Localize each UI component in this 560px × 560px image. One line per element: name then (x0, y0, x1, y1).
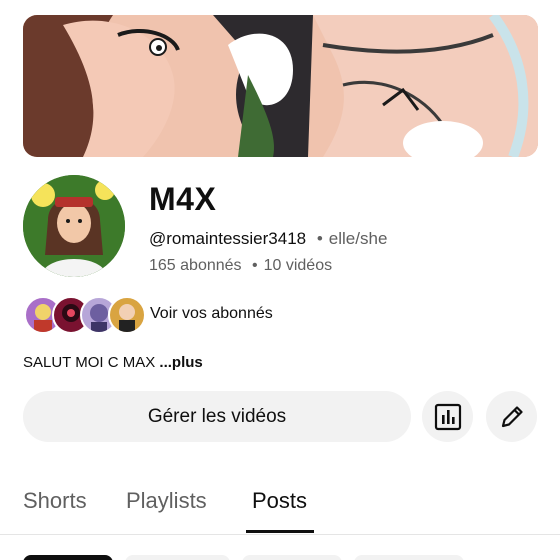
channel-handle: @romaintessier3418 (149, 229, 307, 248)
subscriber-avatars[interactable] (24, 296, 146, 334)
filter-chip[interactable] (354, 555, 464, 560)
channel-name: M4X (149, 181, 217, 217)
channel-tabs: Shorts Playlists Posts (0, 480, 560, 535)
tab-posts[interactable]: Posts (252, 488, 307, 514)
tab-playlists[interactable]: Playlists (126, 488, 207, 514)
filter-chip[interactable] (125, 555, 230, 560)
channel-description[interactable]: SALUT MOI C MAX ...plus (23, 354, 203, 371)
analytics-icon (434, 403, 461, 430)
subscriber-avatar (108, 296, 146, 334)
description-more-link[interactable]: ...plus (159, 354, 202, 371)
separator-dot: • (251, 257, 258, 274)
handle-line: @romaintessier3418 • elle/she (149, 229, 387, 249)
description-text: SALUT MOI C MAX (23, 354, 156, 371)
banner-artwork (23, 15, 538, 157)
filter-chips (0, 555, 560, 560)
subscriber-count: 165 abonnés (149, 257, 242, 274)
channel-pronouns: elle/she (328, 229, 388, 248)
channel-page: M4X @romaintessier3418 • elle/she 165 abo… (0, 0, 560, 560)
filter-chip[interactable] (242, 555, 342, 560)
avatar-artwork (23, 175, 125, 277)
channel-stats: 165 abonnés • 10 vidéos (149, 257, 332, 275)
channel-banner[interactable] (23, 15, 538, 157)
edit-channel-button[interactable] (486, 391, 537, 442)
separator-dot: • (316, 229, 323, 248)
view-subscribers-link[interactable]: Voir vos abonnés (150, 305, 273, 323)
pencil-icon (501, 405, 523, 427)
filter-chip[interactable] (23, 555, 113, 560)
video-count: 10 vidéos (263, 257, 333, 274)
channel-avatar[interactable] (23, 175, 125, 277)
analytics-button[interactable] (422, 391, 473, 442)
manage-videos-button[interactable]: Gérer les vidéos (23, 391, 411, 442)
tab-shorts[interactable]: Shorts (23, 488, 87, 514)
active-tab-indicator (246, 530, 314, 533)
